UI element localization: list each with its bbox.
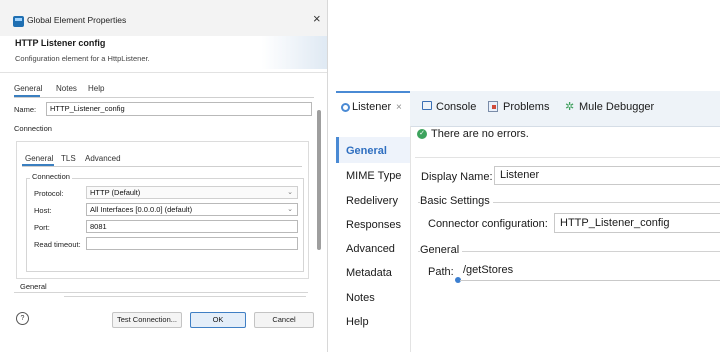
debugger-icon: ✲ [565, 101, 575, 113]
tab-divider [22, 166, 302, 167]
nav-item-responses[interactable]: Responses [346, 219, 401, 231]
dialog-title: Global Element Properties [27, 15, 127, 25]
tab-mule-debugger[interactable]: Mule Debugger [579, 101, 654, 113]
listener-icon [341, 103, 350, 112]
display-name-field[interactable]: Listener [494, 166, 720, 185]
tab-divider [14, 97, 314, 98]
protocol-label: Protocol: [34, 189, 64, 198]
general-group-label: General [420, 244, 463, 256]
app-icon [13, 16, 24, 27]
close-icon[interactable]: × [396, 102, 402, 113]
tab-tls[interactable]: TLS [61, 154, 76, 163]
cancel-button[interactable]: Cancel [254, 312, 314, 328]
divider [415, 157, 720, 158]
tab-console[interactable]: Console [436, 101, 476, 113]
help-icon[interactable]: ? [16, 312, 29, 325]
nav-item-advanced[interactable]: Advanced [346, 243, 395, 255]
protocol-value: HTTP (Default) [90, 188, 141, 197]
nav-item-mime-type[interactable]: MIME Type [346, 170, 401, 182]
divider [418, 251, 720, 252]
nav-item-help[interactable]: Help [346, 316, 369, 328]
path-field[interactable]: /getStores [460, 261, 720, 281]
host-value: All Interfaces [0.0.0.0] (default) [90, 205, 193, 214]
connection-heading: Connection [14, 124, 52, 133]
tab-general[interactable]: General [14, 84, 42, 93]
nav-item-redelivery[interactable]: Redelivery [346, 195, 398, 207]
connector-configuration-select[interactable]: HTTP_Listener_config [554, 213, 720, 233]
host-label: Host: [34, 206, 52, 215]
port-label: Port: [34, 223, 50, 232]
tab-help[interactable]: Help [88, 84, 104, 93]
display-name-label: Display Name: [421, 171, 493, 183]
problems-icon [488, 101, 498, 112]
close-icon[interactable]: × [313, 11, 321, 26]
nav-item-notes[interactable]: Notes [346, 292, 375, 304]
tab-advanced[interactable]: Advanced [85, 154, 121, 163]
active-tab-indicator [22, 164, 54, 166]
active-tab-indicator [14, 95, 40, 97]
chevron-down-icon: ⌄ [287, 189, 293, 196]
chevron-down-icon: ⌄ [287, 206, 293, 213]
status-message: There are no errors. [431, 128, 529, 140]
test-connection-button[interactable]: Test Connection... [112, 312, 182, 328]
header-subtitle: Configuration element for a HttpListener… [15, 54, 150, 63]
path-label: Path: [428, 266, 454, 278]
divider [64, 296, 306, 297]
tab-listener-label: Listener [352, 101, 392, 113]
tab-notes[interactable]: Notes [56, 84, 77, 93]
nav-item-general[interactable]: General [346, 145, 387, 157]
header-title: HTTP Listener config [15, 38, 106, 48]
name-label: Name: [14, 105, 37, 114]
console-icon [422, 101, 432, 110]
vertical-scrollbar[interactable] [317, 110, 321, 250]
tab-conn-general[interactable]: General [25, 154, 53, 163]
connector-configuration-label: Connector configuration: [428, 218, 548, 230]
basic-settings-label: Basic Settings [420, 195, 493, 207]
read-timeout-label: Read timeout: [34, 240, 81, 249]
divider [0, 72, 327, 73]
read-timeout-field[interactable] [86, 237, 298, 250]
connection-group-label: Connection [30, 172, 72, 181]
nav-item-metadata[interactable]: Metadata [346, 267, 392, 279]
protocol-select[interactable]: HTTP (Default) ⌄ [86, 186, 298, 199]
tab-problems[interactable]: Problems [503, 101, 549, 113]
general-section-label: General [18, 282, 49, 291]
name-field[interactable]: HTTP_Listener_config [46, 102, 312, 116]
ok-icon: ✓ [417, 129, 427, 139]
host-select[interactable]: All Interfaces [0.0.0.0] (default) ⌄ [86, 203, 298, 216]
ok-button[interactable]: OK [190, 312, 246, 328]
divider [14, 292, 308, 293]
port-field[interactable]: 8081 [86, 220, 298, 233]
